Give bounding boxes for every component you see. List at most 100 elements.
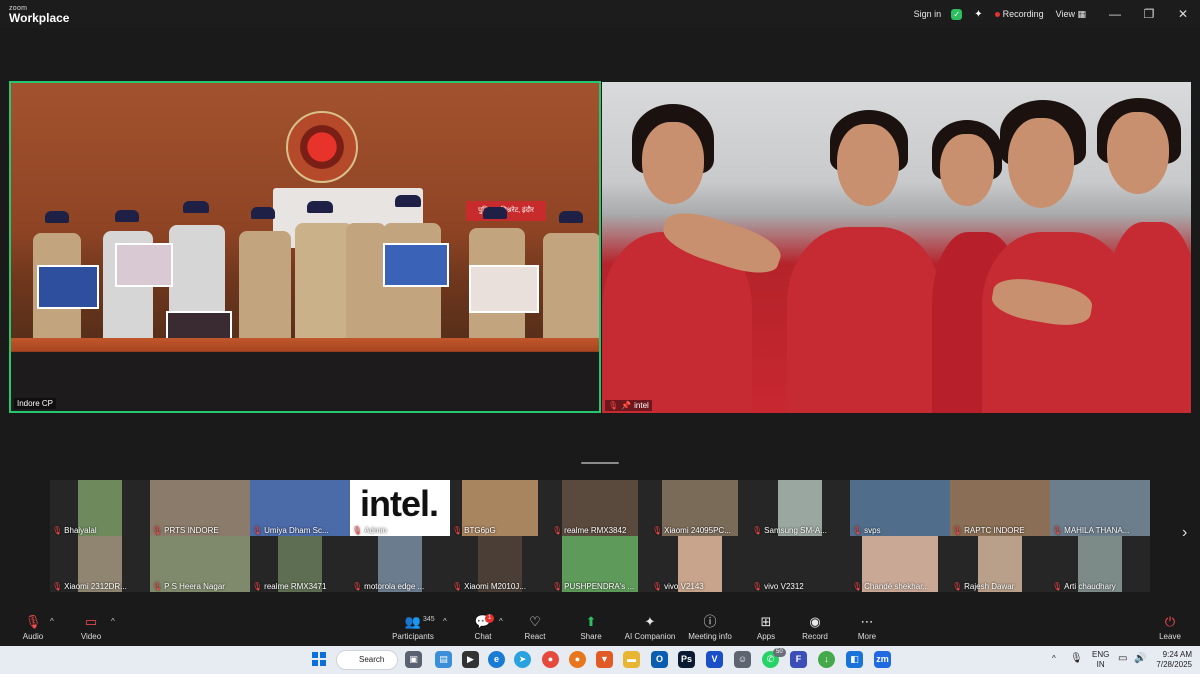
store-icon[interactable]: ▤ xyxy=(435,651,452,668)
gallery-tile[interactable]: 🎙 MAHILA THANA... xyxy=(1050,480,1150,536)
video-tile-indore-cp[interactable]: पुलिस कमिश्नरेट, इंदौर Indore CP xyxy=(9,81,601,413)
app-icon[interactable]: ◧ xyxy=(846,651,863,668)
apps-button[interactable]: ⊞ Apps xyxy=(752,612,780,641)
video-button[interactable]: ▭ Video xyxy=(76,612,106,641)
participants-count: 345 xyxy=(423,616,435,623)
gallery-tile[interactable]: 🎙 Xiaomi 2312DR... xyxy=(50,536,150,592)
pin-icon: 📌 xyxy=(621,401,632,410)
audio-options-caret[interactable]: ^ xyxy=(50,617,54,626)
leave-icon: ⏻ xyxy=(1164,614,1176,629)
gallery-tile[interactable]: 🎙 Arti chaudhary xyxy=(1050,536,1150,592)
mic-off-icon: 🎙 xyxy=(952,526,963,535)
mic-off-icon: 🎙 xyxy=(152,582,163,591)
gallery-tile[interactable]: 🎙 Rajesh Dawar xyxy=(950,536,1050,592)
windows-start-button[interactable] xyxy=(312,652,326,666)
police-emblem xyxy=(286,111,358,183)
mic-off-icon: 🎙 xyxy=(952,582,963,591)
gallery-tile[interactable]: 🎙 P S Heera Nagar xyxy=(150,536,250,592)
chevron-right-icon[interactable]: › xyxy=(1182,524,1187,542)
app-icon[interactable]: ☺ xyxy=(734,651,751,668)
more-button[interactable]: ⋯ More xyxy=(853,612,881,641)
zoom-taskbar-icon[interactable]: zm xyxy=(874,651,891,668)
gallery-tile[interactable]: 🎙 Bhaiyalal xyxy=(50,480,150,536)
gallery-tile[interactable]: 🎙 svps xyxy=(850,480,950,536)
sparkle-icon[interactable]: ✦ xyxy=(974,9,982,20)
person-face xyxy=(837,124,899,206)
gallery-tile[interactable]: 🎙 vivo V2312 xyxy=(750,536,850,592)
language-indicator[interactable]: ENG IN xyxy=(1092,650,1109,670)
whatsapp-badge: 50 xyxy=(773,648,786,657)
react-button[interactable]: ♡ React xyxy=(520,612,550,641)
meeting-info-button[interactable]: ⓘ Meeting info xyxy=(686,612,734,641)
edge-icon[interactable]: e xyxy=(488,651,505,668)
chat-icon: 💬 xyxy=(474,614,492,629)
video-off-icon: ▭ xyxy=(84,614,98,629)
app-icon[interactable]: F xyxy=(790,651,807,668)
audio-button[interactable]: 🎙 Audio xyxy=(18,612,48,641)
leave-button[interactable]: ⏻ Leave xyxy=(1156,612,1184,641)
officer-cap xyxy=(115,210,139,222)
photoshop-icon[interactable]: Ps xyxy=(678,651,695,668)
vpn-icon[interactable]: V xyxy=(706,651,723,668)
gallery-tile[interactable]: 🎙 PRTS INDORE xyxy=(150,480,250,536)
view-button[interactable]: View ▦ xyxy=(1056,9,1086,20)
gallery-tile[interactable]: 🎙 Xiaomi 24095PC... xyxy=(650,480,750,536)
officer-cap xyxy=(559,211,583,223)
gallery-tile[interactable]: 🎙 Chandé shekhar... xyxy=(850,536,950,592)
gallery-tile[interactable]: 🎙 PUSHPENDRA's ... xyxy=(550,536,650,592)
mic-off-icon: 🎙 xyxy=(352,582,363,591)
chrome-icon[interactable]: ● xyxy=(542,651,559,668)
placard xyxy=(383,243,449,287)
participants-options-caret[interactable]: ^ xyxy=(443,617,447,626)
resize-handle[interactable] xyxy=(581,462,619,464)
mic-off-icon: 🎙 xyxy=(352,526,363,535)
shield-check-icon[interactable]: ✓ xyxy=(951,8,963,20)
chat-options-caret[interactable]: ^ xyxy=(499,617,503,626)
clock[interactable]: 9:24 AM 7/28/2025 xyxy=(1150,650,1192,670)
person-face xyxy=(1107,112,1169,194)
mic-off-icon: 🎙 xyxy=(452,526,463,535)
gallery-tile[interactable]: 🎙 vivo V2143 xyxy=(650,536,750,592)
gallery-tile[interactable]: 🎙 Umiya Dham Sc... xyxy=(250,480,350,536)
gallery-tile[interactable]: 🎙 Samsung SM-A... xyxy=(750,480,850,536)
mic-off-icon: 🎙 xyxy=(752,582,763,591)
officer xyxy=(295,223,353,353)
telegram-icon[interactable]: ➤ xyxy=(514,651,531,668)
sign-in-button[interactable]: Sign in xyxy=(914,9,942,19)
media-player-icon[interactable]: ▶ xyxy=(462,651,479,668)
gallery-tile[interactable]: 🎙 realme RMX3842 xyxy=(550,480,650,536)
folder-icon[interactable]: ▬ xyxy=(623,651,640,668)
app-icon[interactable]: ↓ xyxy=(818,651,835,668)
gallery-tile[interactable]: 🎙 motorola edge ... xyxy=(350,536,450,592)
placard xyxy=(469,265,539,313)
gallery-tile[interactable]: 🎙 BTG6pG xyxy=(450,480,550,536)
gallery-tile[interactable]: 🎙 Xiaomi M2010J... xyxy=(450,536,550,592)
task-view-icon[interactable]: ▣ xyxy=(405,651,422,668)
firefox-icon[interactable]: ● xyxy=(569,651,586,668)
video-options-caret[interactable]: ^ xyxy=(111,617,115,626)
conference-table xyxy=(11,338,599,411)
mic-off-icon: 🎙 xyxy=(608,401,619,410)
gallery-tile[interactable]: 🎙 realme RMX3471 xyxy=(250,536,350,592)
intel-logo: intel. xyxy=(360,483,439,524)
gallery-tile[interactable]: intel. 🎙 Admin xyxy=(350,480,450,536)
speaker-icon[interactable]: 🔊 xyxy=(1134,653,1146,664)
officer xyxy=(346,223,386,353)
record-button[interactable]: ◉ Record xyxy=(800,612,830,641)
chevron-up-icon[interactable]: ^ xyxy=(1052,654,1056,663)
video-tile-intel[interactable]: 🎙 📌 intel xyxy=(602,82,1191,413)
taskbar-search[interactable]: Search xyxy=(336,650,398,670)
outlook-icon[interactable]: O xyxy=(651,651,668,668)
close-button[interactable]: ✕ xyxy=(1166,7,1200,21)
heart-icon: ♡ xyxy=(529,614,541,629)
mic-icon[interactable]: 🎙 xyxy=(1070,653,1083,664)
share-button[interactable]: ⬆ Share xyxy=(576,612,606,641)
ai-companion-button[interactable]: ✦ AI Companion xyxy=(622,612,678,641)
recording-indicator[interactable]: Recording xyxy=(994,9,1044,19)
monitor-icon[interactable]: ▭ xyxy=(1118,653,1127,664)
brave-icon[interactable]: ▼ xyxy=(596,651,613,668)
gallery-tile[interactable]: 🎙 RAPTC INDORE xyxy=(950,480,1050,536)
restore-button[interactable]: ❐ xyxy=(1132,7,1166,21)
person xyxy=(1107,222,1191,413)
minimize-button[interactable]: — xyxy=(1098,7,1132,21)
